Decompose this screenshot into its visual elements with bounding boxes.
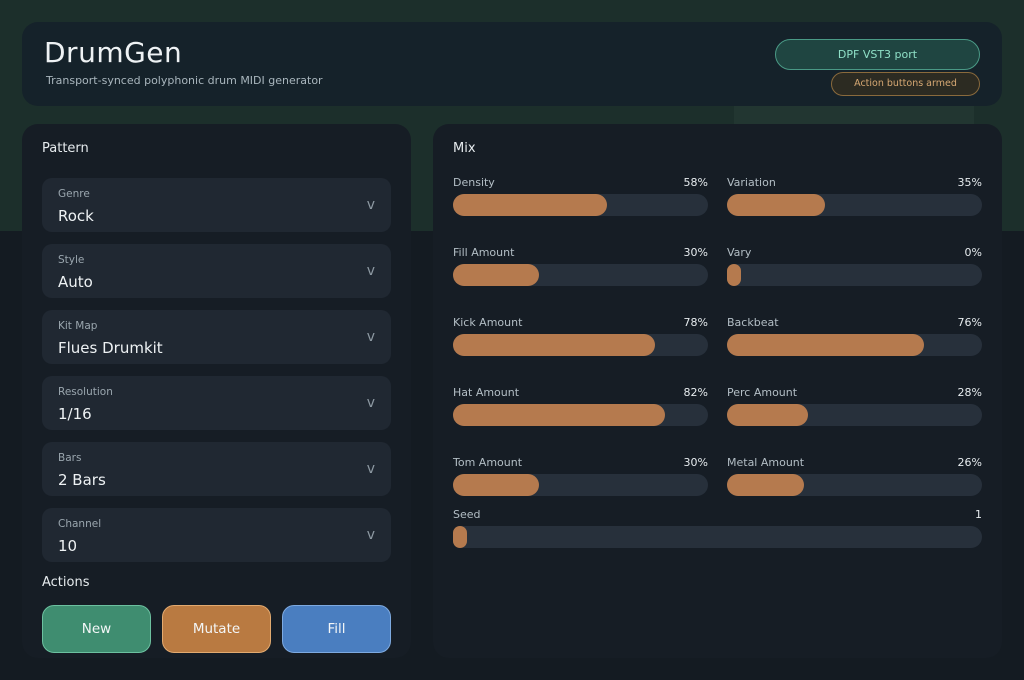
app-header: DrumGen Transport-synced polyphonic drum… [22,22,1002,106]
bars-select[interactable]: Bars 2 Bars v [42,442,391,496]
perc-amount-slider: Perc Amount 28% [727,386,982,446]
slider-label: Variation [727,176,776,189]
resolution-select[interactable]: Resolution 1/16 v [42,376,391,430]
slider-value: 28% [957,386,982,399]
new-button[interactable]: New [42,605,151,653]
slider-label: Density [453,176,495,189]
slider-label: Backbeat [727,316,779,329]
chevron-down-icon: v [366,263,375,279]
style-select[interactable]: Style Auto v [42,244,391,298]
channel-select[interactable]: Channel 10 v [42,508,391,562]
mutate-button[interactable]: Mutate [162,605,271,653]
slider-label: Tom Amount [453,456,523,469]
pattern-title: Pattern [42,141,89,156]
slider-fill [453,526,467,548]
slider-fill [453,404,665,426]
slider-fill [727,474,804,496]
select-value: 2 Bars [58,471,106,489]
slider-value: 82% [683,386,708,399]
slider-value: 1 [975,508,982,521]
slider-value: 76% [957,316,982,329]
select-value: 1/16 [58,405,92,423]
metal-amount-slider: Metal Amount 26% [727,456,982,516]
chevron-down-icon: v [366,197,375,213]
slider-value: 78% [683,316,708,329]
slider-label: Seed [453,508,481,521]
slider-track[interactable] [727,264,982,286]
slider-value: 30% [683,246,708,259]
slider-track[interactable] [727,334,982,356]
vary-slider: Vary 0% [727,246,982,306]
chevron-down-icon: v [366,329,375,345]
slider-track[interactable] [453,264,708,286]
slider-label: Hat Amount [453,386,520,399]
variation-slider: Variation 35% [727,176,982,236]
slider-track[interactable] [727,404,982,426]
slider-value: 58% [683,176,708,189]
slider-fill [727,194,825,216]
slider-label: Fill Amount [453,246,515,259]
armed-badge: Action buttons armed [831,72,980,96]
kick-amount-slider: Kick Amount 78% [453,316,708,376]
select-label: Resolution [58,386,113,398]
slider-fill [453,194,607,216]
app-subtitle: Transport-synced polyphonic drum MIDI ge… [46,74,323,87]
slider-label: Vary [727,246,752,259]
chevron-down-icon: v [366,527,375,543]
slider-track[interactable] [453,474,708,496]
slider-fill [727,334,924,356]
slider-track[interactable] [453,404,708,426]
select-value: Rock [58,207,94,225]
genre-select[interactable]: Genre Rock v [42,178,391,232]
select-label: Kit Map [58,320,98,332]
select-label: Genre [58,188,90,200]
select-value: Auto [58,273,93,291]
fill-amount-slider: Fill Amount 30% [453,246,708,306]
mix-panel: Mix Density 58% Variation 35% Fill Amoun… [433,124,1002,658]
density-slider: Density 58% [453,176,708,236]
hat-amount-slider: Hat Amount 82% [453,386,708,446]
select-value: 10 [58,537,78,555]
slider-track[interactable] [453,526,982,548]
slider-label: Perc Amount [727,386,798,399]
slider-fill [727,264,741,286]
slider-value: 26% [957,456,982,469]
select-label: Style [58,254,85,266]
slider-label: Metal Amount [727,456,805,469]
port-badge: DPF VST3 port [775,39,980,70]
slider-fill [453,474,539,496]
kit-map-select[interactable]: Kit Map Flues Drumkit v [42,310,391,364]
select-label: Channel [58,518,102,530]
chevron-down-icon: v [366,461,375,477]
slider-fill [727,404,808,426]
slider-value: 0% [964,246,982,259]
select-value: Flues Drumkit [58,339,163,357]
slider-value: 30% [683,456,708,469]
tom-amount-slider: Tom Amount 30% [453,456,708,516]
select-label: Bars [58,452,82,464]
slider-track[interactable] [453,194,708,216]
slider-fill [453,264,539,286]
chevron-down-icon: v [366,395,375,411]
slider-track[interactable] [727,474,982,496]
mix-title: Mix [453,141,476,156]
seed-slider: Seed 1 [453,508,982,568]
backbeat-slider: Backbeat 76% [727,316,982,376]
actions-title: Actions [42,575,90,590]
slider-track[interactable] [453,334,708,356]
fill-button[interactable]: Fill [282,605,391,653]
slider-fill [453,334,655,356]
slider-value: 35% [957,176,982,189]
slider-label: Kick Amount [453,316,523,329]
pattern-panel: Pattern Genre Rock v Style Auto v Kit Ma… [22,124,411,658]
app-title: DrumGen [44,36,183,69]
slider-track[interactable] [727,194,982,216]
